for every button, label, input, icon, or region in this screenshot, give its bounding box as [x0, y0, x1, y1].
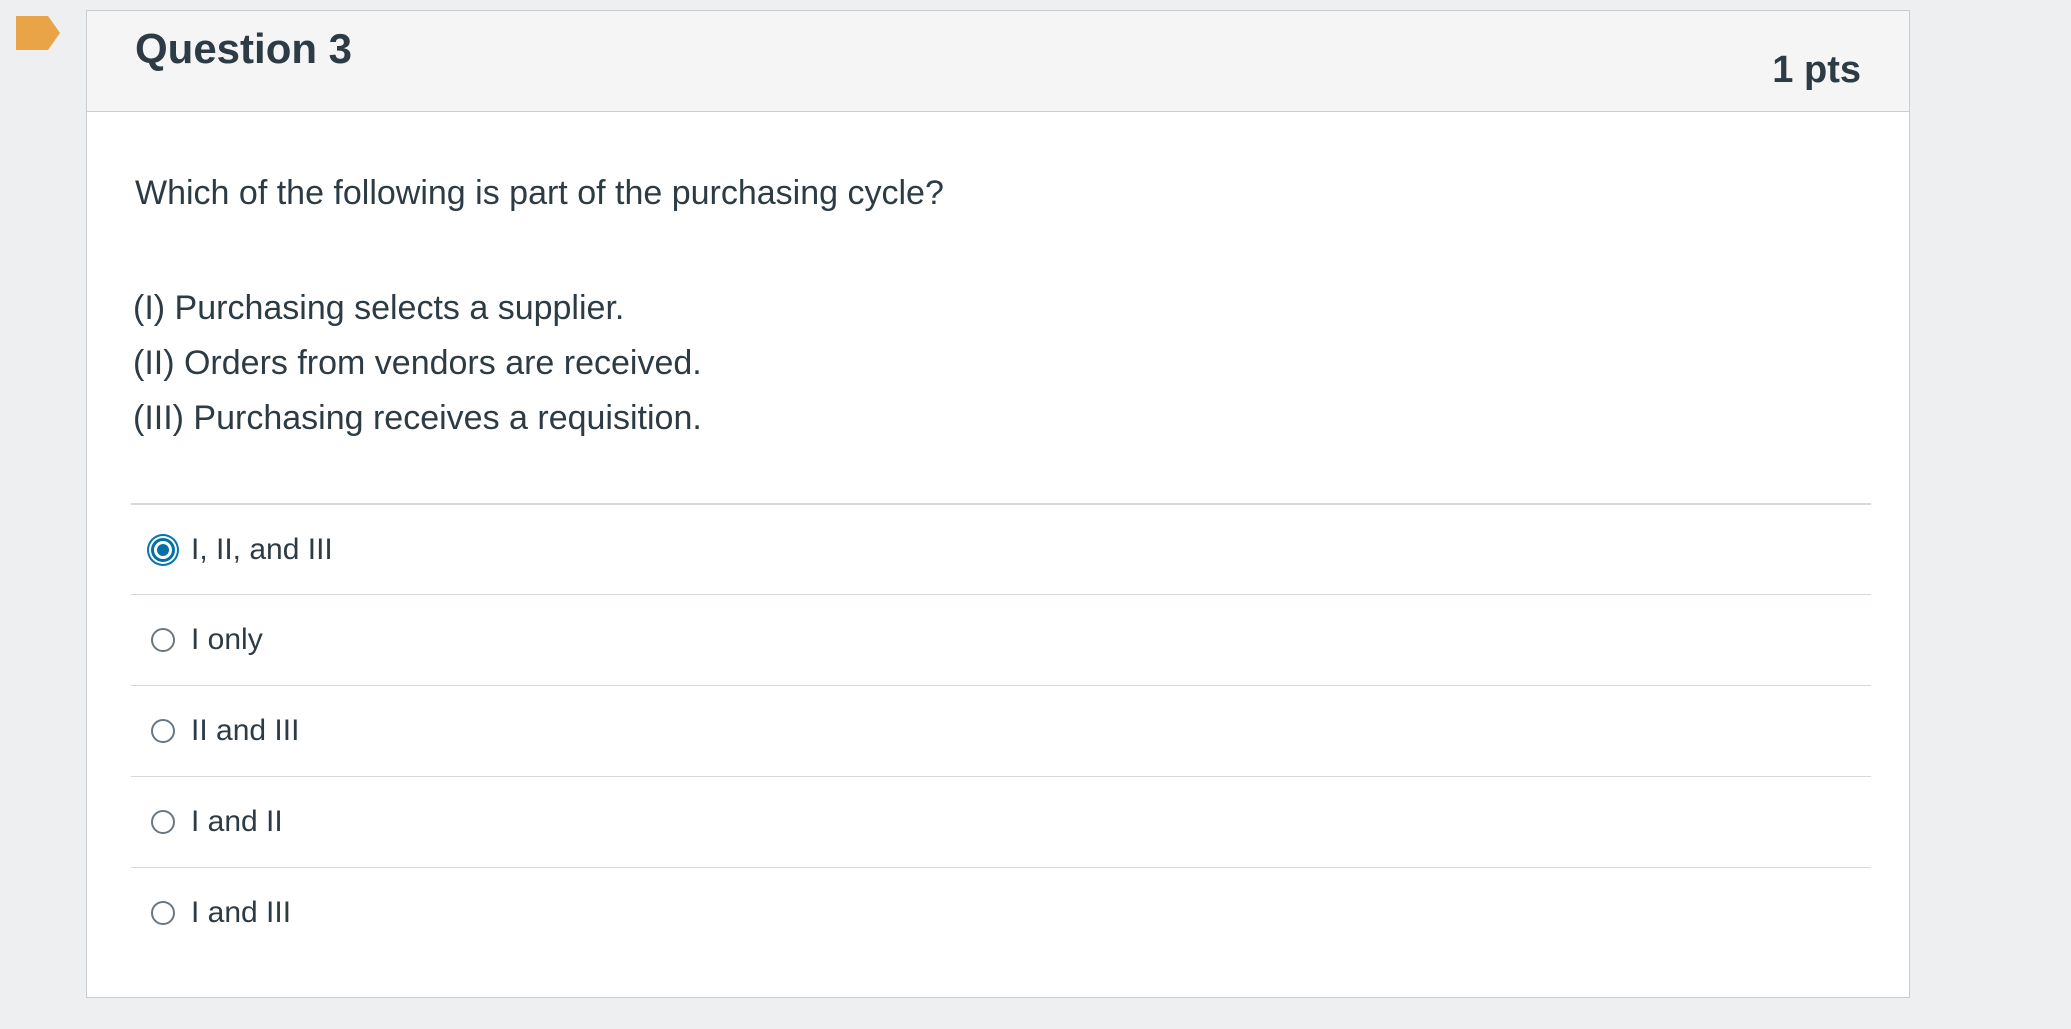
answer-label[interactable]: I only	[191, 620, 263, 660]
answer-label[interactable]: I and II	[191, 802, 283, 842]
statement-list: (I) Purchasing selects a supplier. (II) …	[133, 281, 702, 446]
statement-item: (II) Orders from vendors are received.	[133, 344, 702, 382]
answer-label[interactable]: I, II, and III	[191, 530, 333, 570]
radio-button[interactable]	[151, 901, 175, 925]
question-header: Question 3 1 pts	[87, 11, 1909, 112]
statement-item: (III) Purchasing receives a requisition.	[133, 399, 702, 437]
question-points: 1 pts	[1772, 49, 1861, 91]
radio-button[interactable]	[151, 628, 175, 652]
question-title: Question 3	[135, 25, 353, 72]
radio-button[interactable]	[151, 719, 175, 743]
radio-button[interactable]	[151, 810, 175, 834]
answer-option[interactable]: II and III	[131, 685, 1871, 776]
answer-label[interactable]: II and III	[191, 711, 299, 751]
statement-item: (I) Purchasing selects a supplier.	[133, 289, 625, 327]
question-card: Question 3 1 pts Which of the following …	[86, 10, 1910, 998]
answer-label[interactable]: I and III	[191, 893, 291, 933]
question-text: Which of the following is part of the pu…	[135, 174, 944, 212]
answer-list: I, II, and III I only II and III I and I…	[131, 503, 1871, 958]
answer-option[interactable]: I and II	[131, 776, 1871, 867]
answer-option[interactable]: I and III	[131, 867, 1871, 958]
answer-option[interactable]: I, II, and III	[131, 503, 1871, 594]
radio-button-selected[interactable]	[151, 537, 175, 562]
answer-option[interactable]: I only	[131, 594, 1871, 685]
bookmark-flag-icon[interactable]	[16, 16, 60, 50]
